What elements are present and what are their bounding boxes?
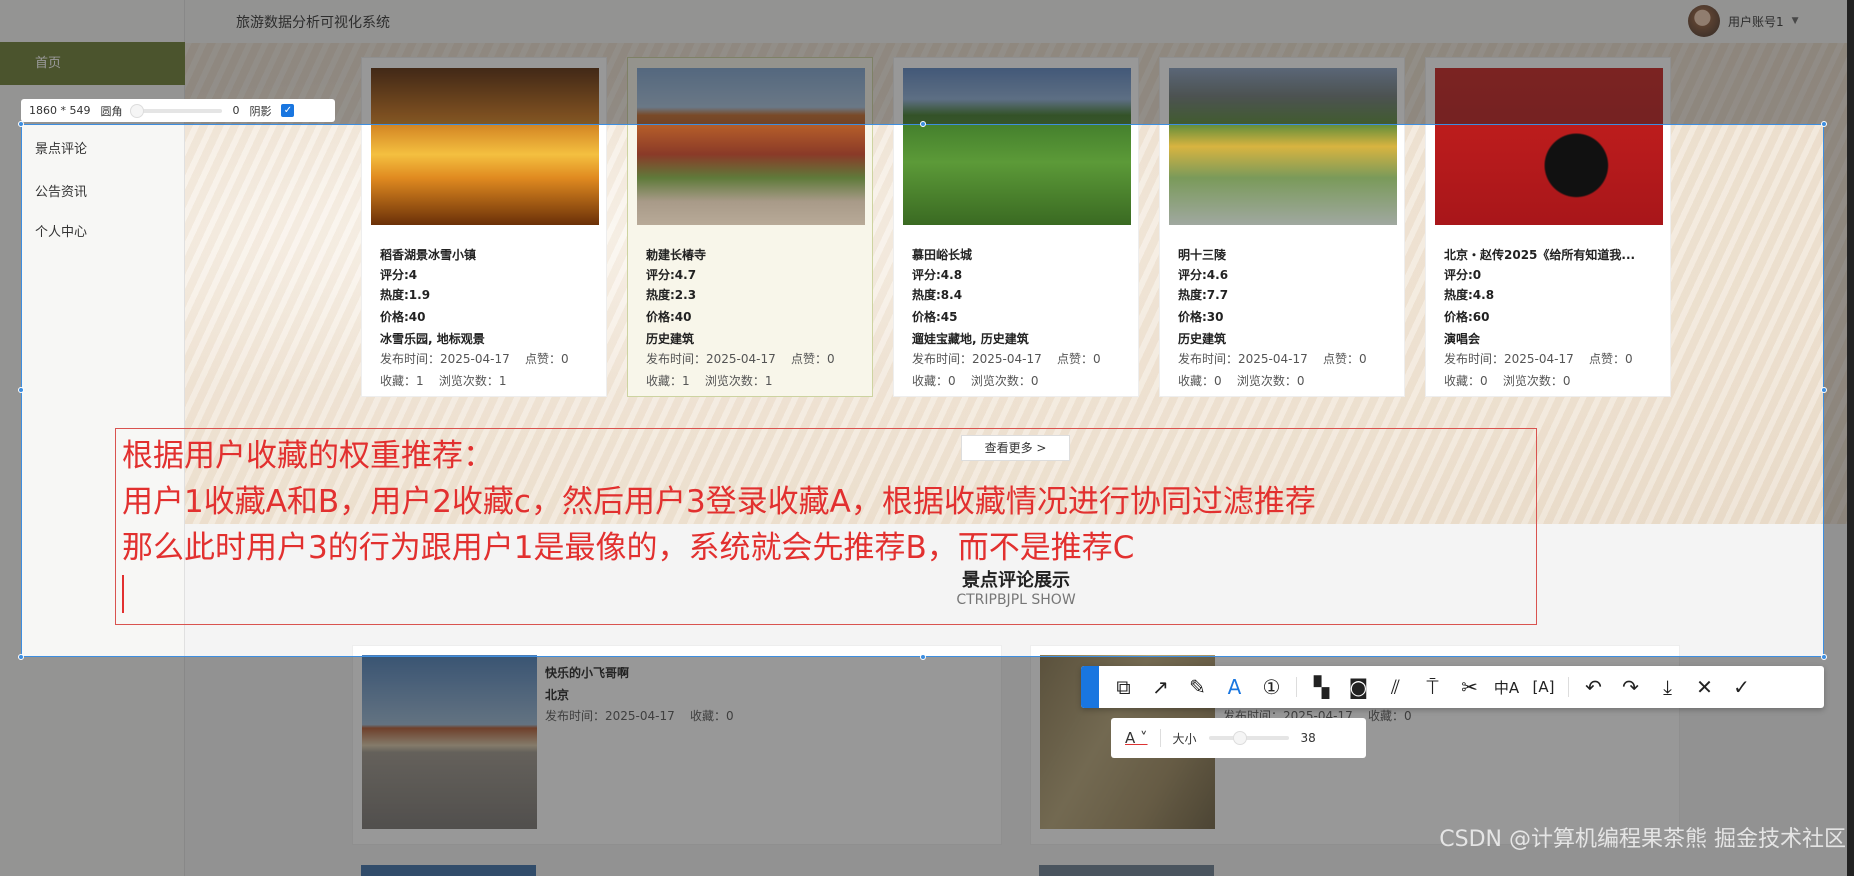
comment-image (1039, 865, 1214, 876)
shadow-checkbox[interactable]: ✓ (281, 104, 295, 117)
caret-down-icon: ▼ (1791, 16, 1799, 26)
pen-icon[interactable]: ✎ (1179, 675, 1216, 699)
mosaic-icon[interactable]: ▚ (1303, 675, 1340, 699)
resize-handle[interactable] (18, 387, 24, 393)
radius-slider[interactable] (130, 103, 223, 118)
divider (1568, 677, 1569, 697)
text-cursor (122, 575, 124, 613)
undo-icon[interactable]: ↶ (1575, 675, 1612, 699)
annotation-line: 那么此时用户3的行为跟用户1是最像的，系统就会先推荐B，而不是推荐C (122, 530, 1135, 566)
comment-card[interactable]: 快乐的小飞哥啊 北京 发布时间：2025-04-17 收藏：0 (352, 645, 1002, 845)
capture-size-bar: 1860 * 549 圆角 0 阴影 ✓ (21, 99, 335, 122)
comment-image (362, 655, 537, 829)
radius-label: 圆角 (100, 104, 123, 118)
arrow-icon[interactable]: ↗ (1142, 675, 1179, 699)
toolbar-pin-tab[interactable] (1081, 666, 1099, 708)
comment-user: 快乐的小飞哥啊 (545, 666, 630, 680)
blur-icon[interactable]: ◙ (1340, 675, 1377, 699)
text-annotation[interactable]: 根据用户收藏的权重推荐： 用户1收藏A和B，用户2收藏c，然后用户3登录收藏A，… (115, 428, 1537, 625)
annotation-line: 用户1收藏A和B，用户2收藏c，然后用户3登录收藏A，根据收藏情况进行协同过滤推… (122, 484, 1316, 520)
divider (1159, 729, 1161, 747)
comment-fav: 收藏：0 (690, 709, 734, 723)
download-icon[interactable]: ⤓ (1649, 675, 1686, 699)
resize-handle[interactable] (18, 654, 24, 660)
user-menu[interactable]: 用户账号1 ▼ (1688, 5, 1799, 37)
watermark: CSDN @计算机编程果茶熊 掘金技术社区 (1439, 827, 1846, 852)
capture-size: 1860 * 549 (29, 104, 91, 117)
radius-value: 0 (232, 104, 240, 117)
comment-date: 发布时间：2025-04-17 (545, 709, 675, 723)
window-edge (1847, 0, 1854, 876)
shadow-label: 阴影 (249, 104, 272, 118)
translate-icon[interactable]: 中A (1488, 677, 1525, 698)
text-color-picker[interactable]: A ˅ (1125, 729, 1148, 747)
annotation-line: 根据用户收藏的权重推荐： (122, 438, 494, 474)
slider-knob[interactable] (1232, 731, 1247, 745)
comment-image (361, 865, 536, 876)
number-icon[interactable]: ① (1253, 675, 1290, 699)
font-size-slider[interactable] (1208, 731, 1289, 745)
header (185, 0, 1854, 43)
confirm-icon[interactable]: ✓ (1723, 675, 1760, 699)
ocr-icon[interactable]: [A] (1525, 678, 1562, 696)
comment-fav: 收藏：0 (1368, 709, 1412, 723)
resize-handle[interactable] (1821, 387, 1827, 393)
username: 用户账号1 (1728, 14, 1784, 29)
sidebar-item-home[interactable]: 首页 (0, 42, 185, 85)
hatch-icon[interactable]: ⫽ (1377, 675, 1414, 699)
font-size-label: 大小 (1172, 731, 1197, 746)
close-icon[interactable]: ✕ (1686, 675, 1723, 699)
text-options-bar: A ˅ 大小 38 (1111, 718, 1366, 758)
annotation-toolbar: ⧉ ↗ ✎ A ① ▚ ◙ ⫽ ⍑ ✂ 中A [A] ↶ ↷ ⤓ ✕ ✓ (1081, 666, 1824, 708)
resize-handle[interactable] (920, 654, 926, 660)
resize-handle[interactable] (920, 121, 926, 127)
shape-icon[interactable]: ⧉ (1105, 675, 1142, 699)
comment-city: 北京 (545, 688, 570, 702)
resize-handle[interactable] (1821, 654, 1827, 660)
cut-icon[interactable]: ✂ (1451, 675, 1488, 699)
font-size-value: 38 (1300, 731, 1316, 745)
redo-icon[interactable]: ↷ (1612, 675, 1649, 699)
pin-icon[interactable]: ⍑ (1414, 675, 1451, 699)
resize-handle[interactable] (1821, 121, 1827, 127)
slider-knob[interactable] (130, 103, 145, 118)
divider (1296, 677, 1297, 697)
page-title: 旅游数据分析可视化系统 (236, 15, 390, 31)
text-icon[interactable]: A (1216, 675, 1253, 699)
comment-meta: 发布时间：2025-04-17 收藏：0 (545, 707, 734, 724)
avatar (1688, 5, 1720, 37)
